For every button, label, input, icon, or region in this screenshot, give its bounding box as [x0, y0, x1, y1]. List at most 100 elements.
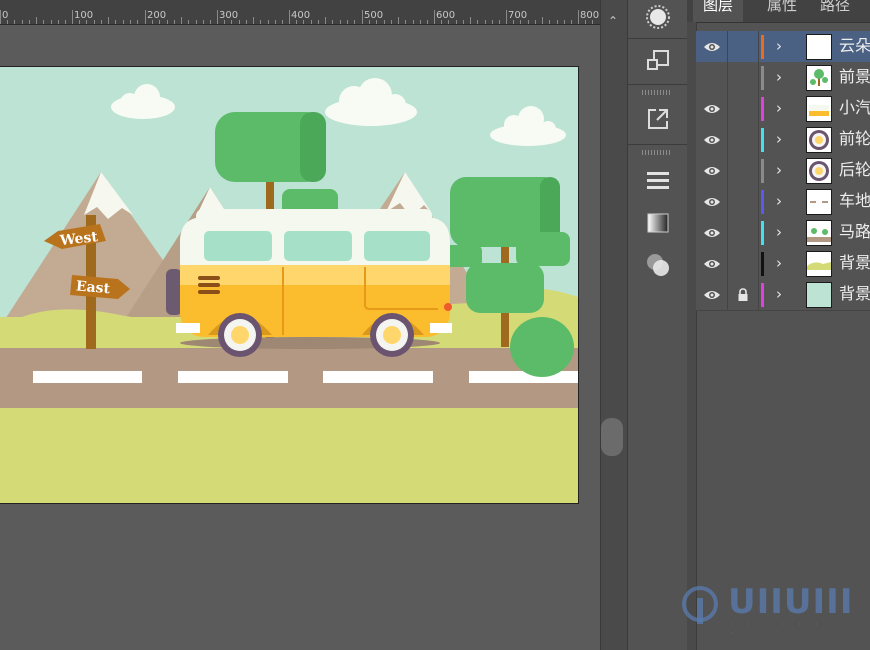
lock-slot[interactable]	[727, 93, 759, 124]
tab-paths[interactable]: 路径	[820, 0, 850, 15]
expand-chevron-icon[interactable]: ›	[776, 130, 790, 148]
scroll-up-icon[interactable]: ⌃	[604, 12, 622, 30]
eye-icon[interactable]	[696, 31, 728, 62]
ruler-minor-tick	[101, 20, 102, 24]
expand-chevron-icon[interactable]: ›	[776, 285, 790, 303]
ruler-label: 700	[508, 10, 528, 21]
expand-chevron-icon[interactable]: ›	[776, 99, 790, 117]
layer-name[interactable]: 前轮	[839, 129, 870, 149]
ruler-minor-tick	[196, 20, 197, 24]
layer-row[interactable]: › 背景	[696, 248, 870, 280]
brush-options-icon[interactable]	[638, 0, 678, 34]
layer-color-bar	[761, 97, 764, 121]
ruler-minor-tick	[369, 20, 370, 24]
ruler-minor-tick	[448, 20, 449, 24]
cloud-right	[490, 106, 566, 146]
foreground-grass	[0, 408, 578, 503]
layer-name[interactable]: 小汽车	[839, 98, 870, 118]
layer-row[interactable]: › 云朵	[696, 31, 870, 63]
layer-name[interactable]: 马路	[839, 222, 870, 242]
layer-name[interactable]: 背景	[839, 284, 870, 304]
layer-name[interactable]: 后轮	[839, 160, 870, 180]
ruler-minor-tick	[549, 20, 550, 24]
ruler-minor-tick	[79, 20, 80, 24]
eye-icon[interactable]	[696, 155, 728, 186]
tab-properties[interactable]: 属性	[767, 0, 797, 15]
layer-name[interactable]: 车地	[839, 191, 870, 211]
ruler-minor-tick	[181, 17, 182, 24]
layer-row[interactable]: › 背景	[696, 279, 870, 311]
ruler-minor-tick	[108, 17, 109, 24]
expand-chevron-icon[interactable]: ›	[776, 68, 790, 86]
lock-slot[interactable]	[727, 62, 759, 93]
ruler-minor-tick	[354, 20, 355, 24]
layer-row[interactable]: › 后轮	[696, 155, 870, 187]
eye-icon[interactable]	[696, 93, 728, 124]
layer-row[interactable]: › 小汽车	[696, 93, 870, 125]
vertical-scrollbar[interactable]	[600, 0, 627, 650]
layer-thumbnail	[806, 34, 832, 60]
ruler-minor-tick	[58, 20, 59, 24]
ruler-minor-tick	[332, 20, 333, 24]
transform-icon[interactable]	[638, 44, 678, 78]
eye-icon[interactable]	[696, 124, 728, 155]
ruler-minor-tick	[456, 20, 457, 24]
gradient-icon[interactable]	[638, 206, 678, 240]
ruler-major-tick	[0, 10, 1, 24]
panel-grip-icon[interactable]	[642, 150, 672, 155]
ruler-minor-tick	[260, 20, 261, 24]
ruler-minor-tick	[340, 20, 341, 24]
ruler-minor-tick	[391, 20, 392, 24]
panel-grip-icon[interactable]	[642, 90, 672, 95]
ruler-minor-tick	[174, 20, 175, 24]
ruler-minor-tick	[231, 20, 232, 24]
layer-name[interactable]: 背景	[839, 253, 870, 273]
ruler-minor-tick	[22, 20, 23, 24]
lock-icon[interactable]	[727, 279, 759, 310]
eye-icon[interactable]	[696, 248, 728, 279]
lock-slot[interactable]	[727, 248, 759, 279]
ruler-major-tick	[434, 10, 435, 24]
scrollbar-thumb[interactable]	[601, 418, 623, 456]
ruler-major-tick	[217, 10, 218, 24]
layer-name[interactable]: 前景	[839, 67, 870, 87]
ruler-major-tick	[145, 10, 146, 24]
ruler-minor-tick	[528, 20, 529, 24]
artboard[interactable]: West East	[0, 66, 579, 504]
ruler-minor-tick	[94, 20, 95, 24]
eye-icon[interactable]	[696, 279, 728, 310]
ruler-minor-tick	[384, 20, 385, 24]
layer-row[interactable]: › 前轮	[696, 124, 870, 156]
watermark-logo-icon	[682, 586, 718, 624]
tab-layers[interactable]: 图层	[693, 0, 744, 22]
layer-row[interactable]: › 马路	[696, 217, 870, 249]
export-icon[interactable]	[638, 102, 678, 136]
lock-slot[interactable]	[727, 124, 759, 155]
expand-chevron-icon[interactable]: ›	[776, 254, 790, 272]
lock-slot[interactable]	[727, 31, 759, 62]
ruler-label: 800	[580, 10, 600, 21]
expand-chevron-icon[interactable]: ›	[776, 161, 790, 179]
eye-icon[interactable]	[696, 186, 728, 217]
expand-chevron-icon[interactable]: ›	[776, 223, 790, 241]
watermark-text: UIIUIII	[728, 582, 854, 622]
ruler-major-tick	[289, 10, 290, 24]
lock-slot[interactable]	[727, 217, 759, 248]
layer-row[interactable]: › 车地	[696, 186, 870, 218]
expand-chevron-icon[interactable]: ›	[776, 37, 790, 55]
layer-name[interactable]: 云朵	[839, 36, 870, 56]
eye-icon[interactable]	[696, 217, 728, 248]
lock-slot[interactable]	[727, 186, 759, 217]
expand-chevron-icon[interactable]: ›	[776, 192, 790, 210]
ruler-minor-tick	[405, 20, 406, 24]
ruler-minor-tick	[311, 20, 312, 24]
layer-color-bar	[761, 190, 764, 214]
pathfinder-icon[interactable]	[638, 248, 678, 282]
horizontal-ruler[interactable]: 0 100 200 300 400 500 600 700 800	[0, 0, 600, 25]
ruler-minor-tick	[413, 20, 414, 24]
align-icon[interactable]	[638, 163, 678, 197]
lock-slot[interactable]	[727, 155, 759, 186]
eye-hidden-slot[interactable]	[696, 62, 728, 93]
layer-row[interactable]: › 前景	[696, 62, 870, 94]
ruler-minor-tick	[188, 20, 189, 24]
